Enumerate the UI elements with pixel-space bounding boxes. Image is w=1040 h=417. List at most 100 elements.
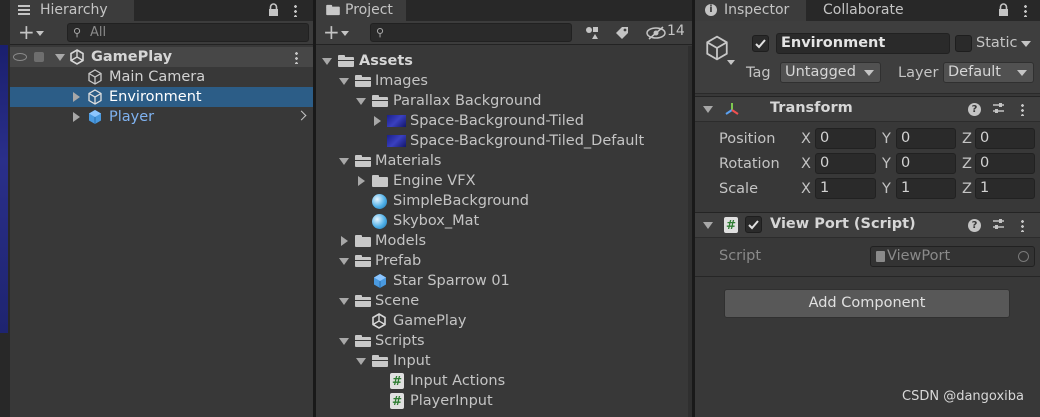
- collapse-arrow[interactable]: [703, 222, 713, 229]
- project-tree-simple-background[interactable]: SimpleBackground: [316, 191, 692, 211]
- expand-arrow[interactable]: [339, 78, 349, 85]
- project-tree-player-input[interactable]: # PlayerInput: [316, 391, 692, 411]
- more-options-icon[interactable]: [1024, 4, 1027, 17]
- position-z-input[interactable]: 0: [975, 128, 1035, 149]
- project-tree-gameplay-scene[interactable]: GamePlay: [316, 311, 692, 331]
- expand-arrow[interactable]: [339, 338, 349, 345]
- project-tree-skybox-mat[interactable]: Skybox_Mat: [316, 211, 692, 231]
- hierarchy-item-environment[interactable]: Environment: [10, 87, 313, 107]
- project-tree-input[interactable]: Input: [316, 351, 692, 371]
- scale-z-input[interactable]: 1: [975, 178, 1035, 199]
- icon-dropdown-caret[interactable]: [727, 60, 735, 65]
- scene-menu-icon[interactable]: [295, 51, 298, 64]
- position-x-input[interactable]: 0: [815, 128, 876, 149]
- active-checkbox[interactable]: [752, 35, 769, 52]
- viewport-title: View Port (Script): [770, 216, 916, 232]
- project-tree-engine-vfx[interactable]: Engine VFX: [316, 171, 692, 191]
- hierarchy-item-label: Environment: [109, 89, 202, 105]
- project-tree-input-actions[interactable]: # Input Actions: [316, 371, 692, 391]
- hierarchy-search-input[interactable]: ⚲ All: [67, 23, 309, 42]
- project-panel: Project + 14 ⚲ Assets Images Parallax Ba…: [316, 0, 692, 417]
- project-vertical-scrollbar[interactable]: [688, 46, 692, 417]
- tab-hierarchy[interactable]: Hierarchy: [10, 0, 134, 21]
- component-menu-icon[interactable]: [1021, 103, 1024, 116]
- help-icon[interactable]: ?: [968, 219, 981, 232]
- expand-arrow[interactable]: [339, 158, 349, 165]
- scene-row[interactable]: GamePlay: [10, 47, 313, 67]
- expand-arrow[interactable]: [356, 358, 366, 365]
- pickable-icon[interactable]: [34, 52, 44, 62]
- player-expand-arrow[interactable]: [73, 112, 80, 122]
- project-tree-scripts[interactable]: Scripts: [316, 331, 692, 351]
- hierarchy-item-player[interactable]: Player: [10, 107, 313, 127]
- tab-collaborate[interactable]: Collaborate: [809, 0, 929, 21]
- lock-icon[interactable]: [998, 3, 1009, 16]
- filter-by-label-icon[interactable]: [615, 26, 629, 40]
- chevron-down-icon[interactable]: [341, 31, 349, 36]
- lock-icon[interactable]: [268, 3, 279, 16]
- expand-arrow[interactable]: [322, 58, 332, 65]
- hierarchy-item-main-camera[interactable]: Main Camera: [10, 67, 313, 87]
- expand-arrow[interactable]: [356, 98, 366, 105]
- visibility-icon[interactable]: [13, 53, 27, 61]
- axis-y-label: Y: [882, 131, 891, 147]
- hidden-packages-count: 14: [667, 23, 685, 39]
- expand-arrow[interactable]: [374, 116, 381, 126]
- more-options-icon[interactable]: [294, 4, 297, 17]
- add-component-button[interactable]: Add Component: [724, 289, 1010, 318]
- object-name-input[interactable]: Environment: [776, 33, 950, 54]
- add-icon[interactable]: +: [18, 22, 35, 42]
- static-checkbox[interactable]: [955, 35, 972, 52]
- viewport-component-header[interactable]: # View Port (Script) ?: [695, 212, 1040, 238]
- project-tree-prefab[interactable]: Prefab: [316, 251, 692, 271]
- tag-dropdown[interactable]: Untagged: [780, 62, 881, 83]
- rotation-x-input[interactable]: 0: [815, 153, 876, 174]
- project-tree-space-background-tiled-default[interactable]: Space-Background-Tiled_Default: [316, 131, 692, 151]
- search-placeholder: All: [90, 25, 107, 40]
- presets-icon[interactable]: [992, 102, 1005, 115]
- rotation-z-input[interactable]: 0: [975, 153, 1035, 174]
- project-tree-parallax-background[interactable]: Parallax Background: [316, 91, 692, 111]
- scene-expand-arrow[interactable]: [55, 54, 65, 61]
- project-search-input[interactable]: ⚲: [370, 23, 572, 42]
- tab-project[interactable]: Project: [316, 0, 406, 21]
- tree-label: GamePlay: [393, 313, 467, 329]
- presets-icon[interactable]: [992, 218, 1005, 231]
- project-tree-scene[interactable]: Scene: [316, 291, 692, 311]
- expand-arrow[interactable]: [339, 258, 349, 265]
- folder-open-icon: [338, 55, 354, 67]
- hidden-packages-icon[interactable]: [646, 26, 666, 40]
- rotation-y-input[interactable]: 0: [896, 153, 956, 174]
- project-tree-assets[interactable]: Assets: [316, 51, 692, 71]
- filter-by-type-icon[interactable]: [585, 26, 599, 40]
- scene-view-image: [0, 45, 8, 333]
- project-tree-images[interactable]: Images: [316, 71, 692, 91]
- project-tree-star-sparrow[interactable]: Star Sparrow 01: [316, 271, 692, 291]
- component-menu-icon[interactable]: [1021, 219, 1024, 232]
- viewport-enabled-checkbox[interactable]: [745, 216, 762, 233]
- project-tree-space-background-tiled[interactable]: Space-Background-Tiled: [316, 111, 692, 131]
- scale-x-input[interactable]: 1: [815, 178, 876, 199]
- position-y-input[interactable]: 0: [896, 128, 956, 149]
- layer-dropdown[interactable]: Default: [943, 62, 1034, 83]
- transform-component-header[interactable]: Transform ?: [695, 96, 1040, 122]
- tab-inspector[interactable]: i Inspector: [695, 0, 806, 21]
- unity-scene-icon: [371, 313, 387, 329]
- add-icon[interactable]: +: [323, 22, 340, 42]
- environment-expand-arrow[interactable]: [73, 92, 80, 102]
- axis-x-label: X: [801, 131, 811, 147]
- project-tree-models[interactable]: Models: [316, 231, 692, 251]
- help-icon[interactable]: ?: [968, 103, 981, 116]
- inspector-panel: i Inspector Collaborate Environment Stat…: [695, 0, 1040, 417]
- chevron-down-icon[interactable]: [36, 31, 44, 36]
- scale-y-input[interactable]: 1: [896, 178, 956, 199]
- project-tree-materials[interactable]: Materials: [316, 151, 692, 171]
- static-dropdown-caret[interactable]: [1021, 41, 1031, 47]
- prefab-open-chevron-icon[interactable]: [296, 110, 307, 121]
- scale-label: Scale: [719, 181, 759, 197]
- expand-arrow[interactable]: [339, 298, 349, 305]
- collapse-arrow[interactable]: [703, 106, 713, 113]
- add-component-label: Add Component: [808, 295, 926, 311]
- expand-arrow[interactable]: [341, 236, 348, 246]
- expand-arrow[interactable]: [358, 176, 365, 186]
